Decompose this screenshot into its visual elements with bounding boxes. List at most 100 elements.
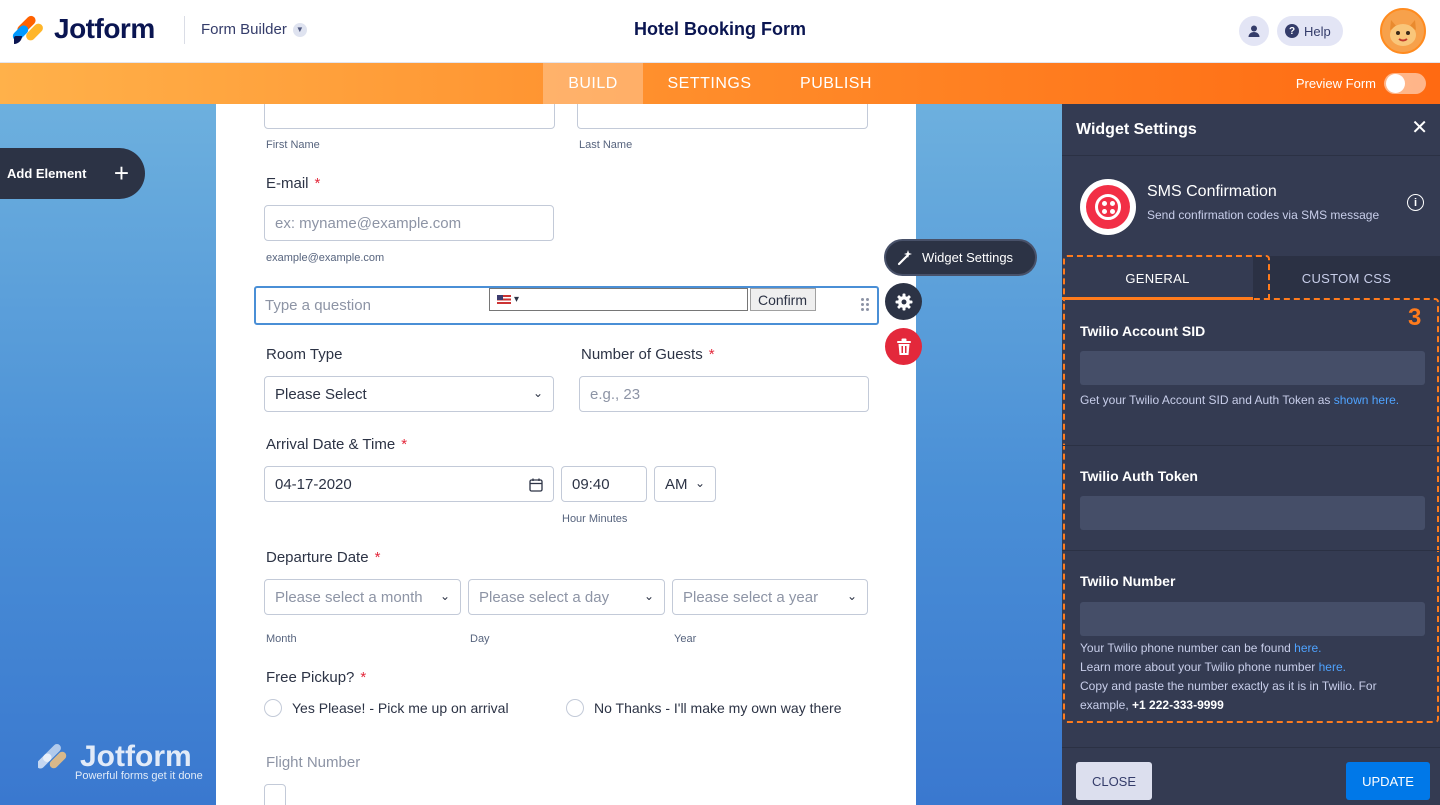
account-sid-input[interactable] [1080,351,1425,385]
last-name-input[interactable] [577,104,868,129]
form-paper: First Name Last Name E-mail * ex: myname@… [216,104,916,805]
room-type-select[interactable]: Please Select ⌄ [264,376,554,412]
room-type-label: Room Type [266,346,343,363]
widget-description: Send confirmation codes via SMS message [1147,208,1380,222]
watermark-text: Jotform [80,740,192,773]
widget-info: SMS Confirmation Send confirmation codes… [1062,156,1440,256]
flight-number-label: Flight Number [266,754,361,771]
departure-year-select[interactable]: Please select a year ⌄ [672,579,868,615]
chevron-down-icon: ⌄ [846,589,857,603]
form-builder-menu[interactable]: Form Builder ▼ [201,21,307,38]
number-found-link[interactable]: here. [1294,641,1321,655]
gear-icon [895,293,912,310]
panel-footer: CLOSE UPDATE [1062,747,1440,805]
preview-form-toggle[interactable] [1384,73,1426,94]
trash-icon [896,338,911,355]
twilio-number-section: Twilio Number Your Twilio phone number c… [1062,551,1440,747]
tab-settings[interactable]: SETTINGS [651,63,768,104]
phone-input[interactable]: ▾ [489,288,748,311]
form-builder-label: Form Builder [201,21,287,38]
twilio-number-help: Your Twilio phone number can be found he… [1080,641,1377,712]
question-placeholder[interactable]: Type a question [265,297,371,314]
logo-text: Jotform [54,13,155,44]
field-properties-button[interactable] [885,283,922,320]
add-element-label: Add Element [7,166,87,181]
account-button[interactable] [1239,16,1269,46]
arrival-time-input[interactable]: 09:40 [561,466,647,502]
widget-settings-label: Widget Settings [922,250,1014,265]
guests-label: Number of Guests * [581,346,715,363]
panel-title: Widget Settings [1076,121,1197,138]
email-field[interactable]: ex: myname@example.com [264,205,554,241]
auth-token-label: Twilio Auth Token [1080,468,1198,484]
help-button[interactable]: ? Help [1277,16,1343,46]
widget-settings-panel: Widget Settings ✕ SMS Confirmation Send … [1062,104,1440,805]
year-sublabel: Year [674,633,697,645]
panel-header: Widget Settings ✕ [1062,104,1440,156]
help-label: Help [1304,23,1331,39]
departure-label: Departure Date * [266,549,381,566]
drag-handle-icon[interactable] [861,298,869,312]
twilio-number-label: Twilio Number [1080,573,1176,589]
chevron-down-icon: ▼ [292,22,307,37]
calendar-icon[interactable] [529,478,543,492]
twilio-number-input[interactable] [1080,602,1425,636]
chevron-down-icon: ⌄ [439,589,450,603]
auth-token-section: Twilio Auth Token [1062,446,1440,551]
account-sid-section: Twilio Account SID Get your Twilio Accou… [1062,300,1440,446]
pickup-option-yes[interactable]: Yes Please! - Pick me up on arrival [264,699,509,717]
last-name-sublabel: Last Name [579,139,633,151]
watermark-tagline: Powerful forms get it done [75,770,203,782]
magic-wand-icon [897,249,912,265]
arrival-date-input[interactable]: 04-17-2020 [264,466,554,502]
delete-field-button[interactable] [885,328,922,365]
us-flag-icon[interactable] [497,295,511,304]
close-button[interactable]: CLOSE [1076,762,1152,800]
auth-token-input[interactable] [1080,496,1425,530]
user-icon [1248,25,1260,37]
tab-build[interactable]: BUILD [543,63,643,104]
radio-button[interactable] [566,699,584,717]
learn-more-link[interactable]: here. [1319,660,1346,674]
chevron-down-icon: ⌄ [532,386,543,400]
chevron-down-icon: ⌄ [694,476,705,490]
top-header: Jotform Form Builder ▼ Hotel Booking For… [0,0,1440,63]
preview-form-control: Preview Form [1296,73,1426,94]
widget-settings-button[interactable]: Widget Settings [884,239,1037,276]
account-sid-label: Twilio Account SID [1080,323,1206,339]
confirm-button[interactable]: Confirm [750,288,816,311]
close-icon[interactable]: ✕ [1411,118,1428,138]
avatar[interactable] [1380,8,1426,54]
flight-number-input[interactable] [264,784,286,805]
shown-here-link[interactable]: shown here. [1334,393,1399,407]
time-sublabel: Hour Minutes [562,513,628,525]
preview-form-label: Preview Form [1295,76,1376,91]
info-icon[interactable]: i [1407,194,1424,211]
twilio-logo-icon [1080,179,1136,235]
first-name-sublabel: First Name [266,139,320,151]
jotform-watermark-icon [38,744,67,769]
email-label: E-mail * [266,175,321,192]
panel-tabs: GENERAL CUSTOM CSS [1062,256,1440,300]
arrival-label: Arrival Date & Time * [266,436,408,453]
first-name-input[interactable] [264,104,555,129]
selected-question-field[interactable]: Type a question ▾ Confirm [254,286,879,325]
radio-button[interactable] [264,699,282,717]
widget-name: SMS Confirmation [1147,183,1277,200]
builder-nav-bar: BUILD SETTINGS PUBLISH Preview Form [0,63,1440,104]
email-sublabel: example@example.com [266,252,385,264]
ampm-select[interactable]: AM ⌄ [654,466,716,502]
jotform-logo[interactable]: Jotform [10,13,155,45]
tab-general[interactable]: GENERAL [1062,256,1253,300]
guests-input[interactable]: e.g., 23 [579,376,869,412]
tab-custom-css[interactable]: CUSTOM CSS [1253,256,1440,300]
add-element-button[interactable]: Add Element + [0,148,145,199]
departure-day-select[interactable]: Please select a day ⌄ [468,579,665,615]
update-button[interactable]: UPDATE [1346,762,1430,800]
pickup-option-no[interactable]: No Thanks - I'll make my own way there [566,699,842,717]
tab-publish[interactable]: PUBLISH [785,63,887,104]
day-sublabel: Day [470,633,490,645]
cat-avatar-icon [1382,10,1424,52]
departure-month-select[interactable]: Please select a month ⌄ [264,579,461,615]
question-icon: ? [1285,24,1299,38]
